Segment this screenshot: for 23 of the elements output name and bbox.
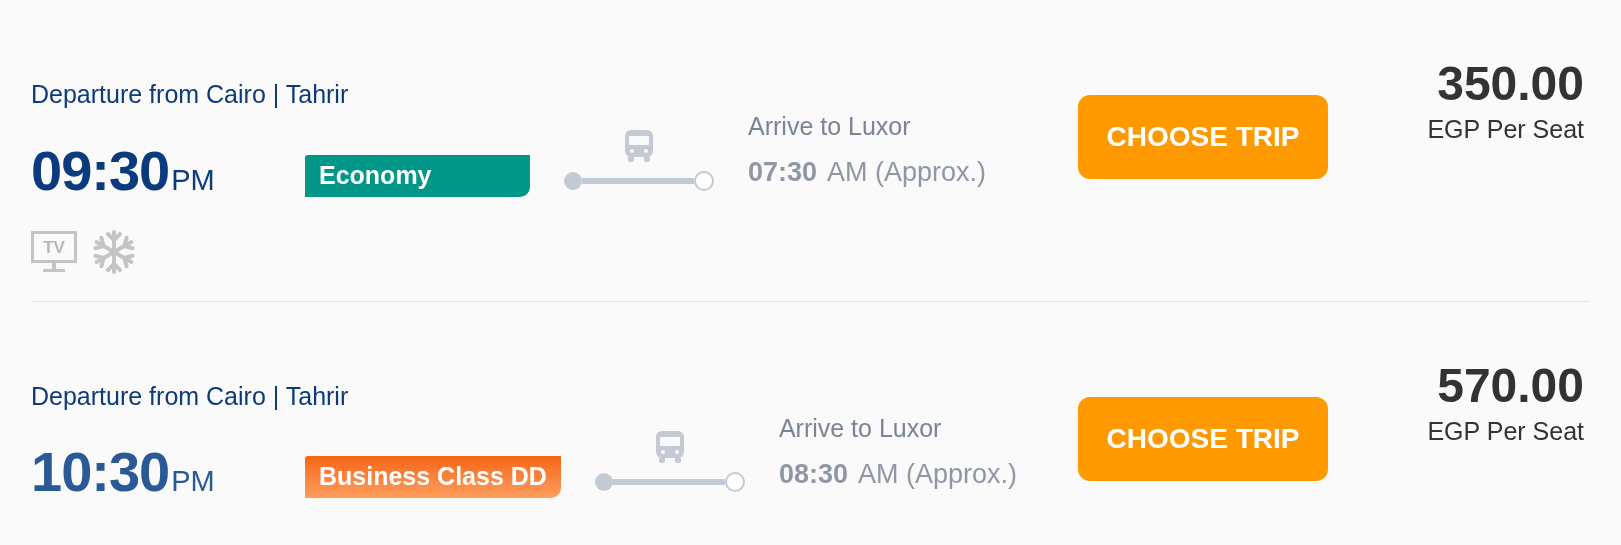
class-badge: Economy bbox=[305, 154, 530, 197]
arrival-time: 07:30 bbox=[748, 156, 818, 189]
price-unit: EGP Per Seat bbox=[1427, 114, 1584, 144]
arrival-label: Arrive to Luxor bbox=[778, 412, 942, 444]
bus-icon bbox=[654, 430, 685, 464]
choose-trip-button[interactable]: CHOOSE TRIP bbox=[1078, 95, 1328, 179]
departure-text: Departure from Cairo | Tahrir bbox=[31, 380, 349, 412]
price-unit: EGP Per Seat bbox=[1427, 415, 1584, 446]
time-period: PM bbox=[171, 464, 215, 499]
price-text: 570.00 bbox=[1437, 359, 1584, 412]
departure-text: Departure from Cairo | Tahrir bbox=[31, 79, 349, 110]
time-period: PM bbox=[171, 162, 215, 198]
snowflake-icon bbox=[91, 228, 137, 275]
bus-icon bbox=[624, 128, 654, 163]
departure-time: 09:30 bbox=[31, 138, 170, 203]
departure-time: 10:30 bbox=[31, 440, 170, 504]
arrival-time: 08:30 bbox=[778, 457, 848, 491]
class-badge: Business Class DD bbox=[305, 456, 561, 498]
choose-trip-button[interactable]: CHOOSE TRIP bbox=[1078, 396, 1328, 481]
price-text: 350.00 bbox=[1437, 58, 1584, 110]
arrival-period: AM (Approx.) bbox=[827, 156, 987, 189]
arrival-period: AM (Approx.) bbox=[857, 457, 1017, 491]
arrival-label: Arrive to Luxor bbox=[748, 111, 911, 142]
